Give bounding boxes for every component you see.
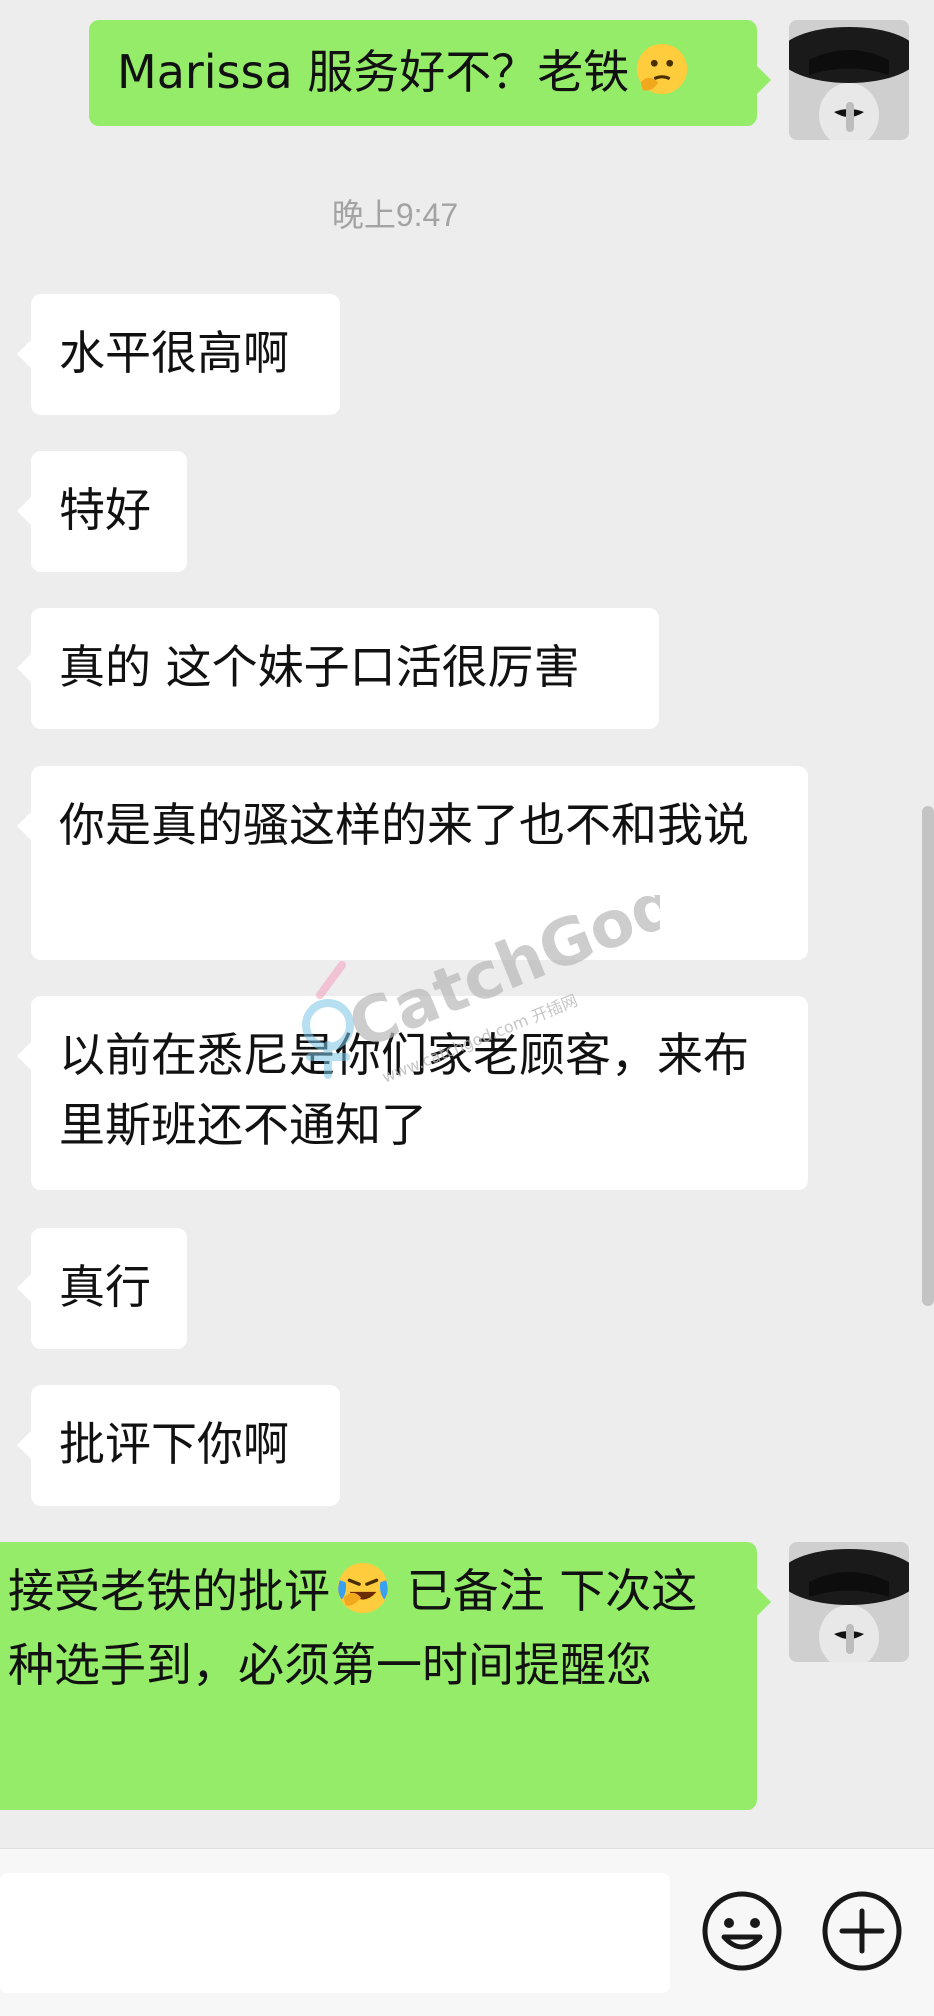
input-toolbar: [0, 1848, 934, 2016]
message-text: Marissa 服务好不？老铁: [117, 45, 630, 99]
incoming-message[interactable]: 真行: [17, 1228, 187, 1349]
message-text: 真的 这个妹子口活很厉害: [59, 640, 580, 694]
avatar[interactable]: [789, 20, 909, 140]
avatar[interactable]: [789, 1542, 909, 1662]
message-text: 真行: [59, 1260, 151, 1314]
incoming-message[interactable]: 以前在悉尼是你们家老顾客，来布里斯班还不通知了: [17, 996, 808, 1190]
incoming-message[interactable]: 特好: [17, 451, 187, 572]
message-text: 批评下你啊: [59, 1417, 289, 1471]
incoming-message[interactable]: 批评下你啊: [17, 1385, 340, 1506]
incoming-message[interactable]: 水平很高啊: [17, 294, 340, 415]
outgoing-message[interactable]: 接受老铁的批评 已备注 下次这种选手到，必须第一时间提醒您: [0, 1542, 771, 1810]
message-input[interactable]: [0, 1873, 670, 1993]
crying-laughing-face-icon: [337, 1562, 389, 1614]
message-text: 水平很高啊: [59, 326, 289, 380]
thinking-face-icon: [637, 43, 688, 95]
smiley-icon[interactable]: [700, 1889, 784, 1973]
timestamp: 晚上9:47: [331, 197, 459, 233]
message-text: 接受老铁的批评: [8, 1564, 330, 1618]
message-text: 你是真的骚这样的来了也不和我说: [59, 798, 749, 852]
plus-circle-icon[interactable]: [820, 1889, 904, 1973]
message-text: 以前在悉尼是你们家老顾客，来布里斯班还不通知了: [59, 1028, 749, 1152]
incoming-message[interactable]: 真的 这个妹子口活很厉害: [17, 608, 659, 729]
scrollbar[interactable]: [922, 806, 934, 1306]
incoming-message[interactable]: 你是真的骚这样的来了也不和我说: [17, 766, 808, 960]
outgoing-message[interactable]: Marissa 服务好不？老铁: [89, 20, 771, 126]
message-text: 特好: [59, 483, 151, 537]
